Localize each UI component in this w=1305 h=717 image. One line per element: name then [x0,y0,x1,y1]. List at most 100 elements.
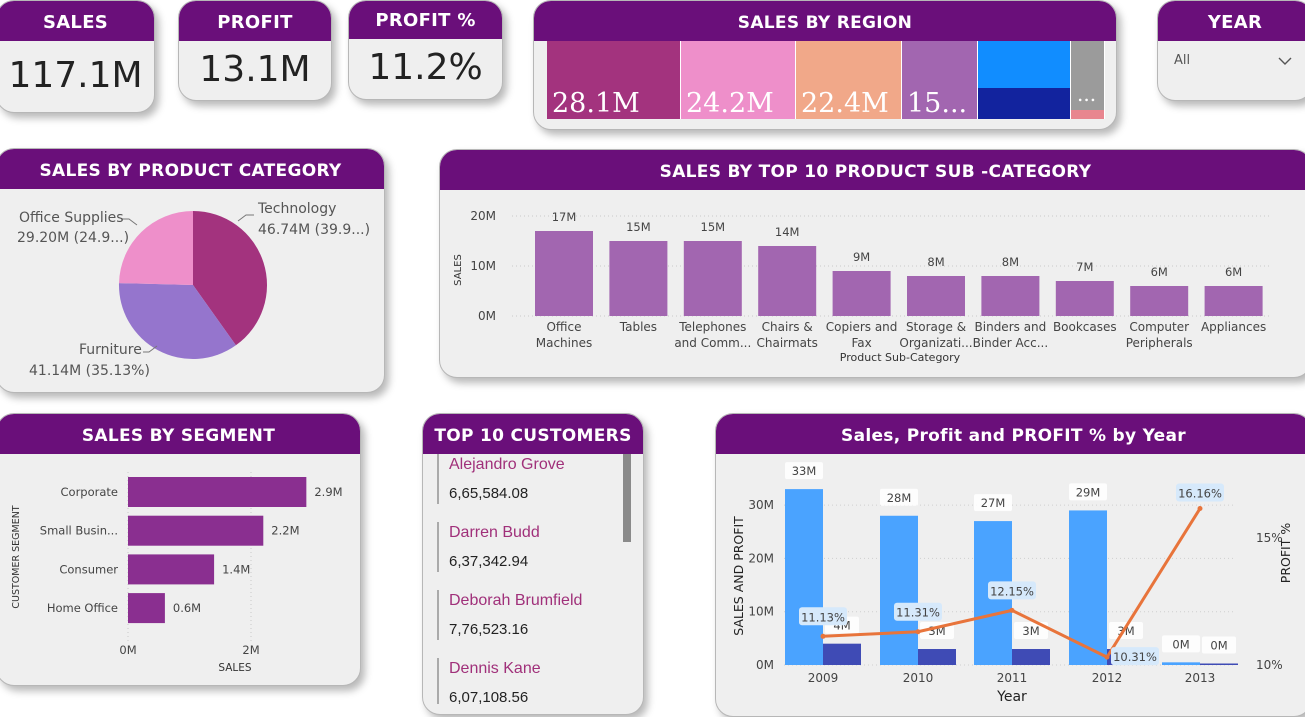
treemap-cell-5[interactable] [978,88,1071,119]
y-tick-label-right: 15% [1256,531,1283,545]
year-select-value: All [1174,53,1191,68]
y-tick-label-left: 30M [748,498,774,512]
x-tick-label: and Comm... [674,336,751,350]
bar-profit-data-label: 3M [1022,624,1039,638]
bar-sales[interactable] [785,489,823,665]
x-tick-label: 2011 [997,671,1028,685]
customer-item[interactable]: Alejandro Grove 6,65,584.08 [437,454,623,504]
customers-scrollbar[interactable] [623,454,631,542]
pie-label-office-supplies-name: Office Supplies [19,210,124,226]
pie-label-technology-name: Technology [257,201,336,217]
customer-name: Alejandro Grove [449,456,565,473]
pie-label-office-supplies-value: 29.20M (24.9...) [17,230,129,246]
x-tick-label: Binder Acc... [973,336,1049,350]
y-tick-label-right: 10% [1256,658,1283,672]
bar[interactable] [535,231,593,316]
treemap-cell-3[interactable]: 15... [902,41,978,119]
x-tick-label: Machines [536,336,592,350]
bar-profit[interactable] [823,643,861,665]
line-data-label: 11.31% [896,606,940,620]
bar[interactable] [683,241,742,316]
pie-label-technology-value: 46.74M (39.9...) [258,222,370,238]
bar-data-label: 7M [1076,260,1093,274]
line-data-label: 10.31% [1113,650,1157,664]
bar-profit[interactable] [1012,649,1050,665]
customer-sales: 6,65,584.08 [449,485,529,502]
bar-data-label: 6M [1225,265,1242,279]
bar-data-label: 0.6M [173,601,201,615]
y-tick-label: 10M [470,259,496,273]
line-data-label: 11.13% [801,610,845,624]
region-card: SALES BY REGION 28.1M 24.2M 22.4M 15... … [533,0,1117,130]
x-tick-label: Tables [619,320,657,334]
kpi-profit-value: 13.1M [199,49,311,90]
bar[interactable] [1204,286,1263,316]
treemap-label-3: 15... [907,88,968,119]
bar[interactable] [128,477,307,507]
x-tick-label: Organizati... [899,336,972,350]
subcategory-y-axis-title: SALES [453,254,464,286]
bar-sales[interactable] [1162,662,1200,665]
treemap-cell-1[interactable]: 24.2M [681,41,796,119]
line-point[interactable] [1197,506,1203,512]
bar-sales-data-label: 29M [1076,485,1101,499]
line-data-label: 12.15% [990,584,1034,598]
bar-sales-data-label: 27M [981,496,1006,510]
x-tick-label: 0M [119,643,136,657]
x-tick-label: Storage & [906,320,966,334]
customer-item[interactable]: Darren Budd 6,37,342.94 [437,522,623,572]
customer-item[interactable]: Deborah Brumfield 7,76,523.16 [437,590,623,640]
bar[interactable] [128,593,165,624]
segment-card: SALES BY SEGMENT CUSTOMER SEGMENT SALES … [0,413,361,686]
treemap-cell-2[interactable]: 22.4M [796,41,902,119]
year-filter-card: YEAR All [1157,0,1305,101]
subcategory-card: SALES BY TOP 10 PRODUCT SUB -CATEGORY SA… [439,149,1305,378]
customer-item[interactable]: Dennis Kane 6,07,108.56 [437,658,623,704]
treemap-cell-0[interactable]: 28.1M [547,41,681,119]
customers-list[interactable]: Alejandro Grove 6,65,584.08 Darren Budd … [423,454,643,704]
x-tick-label: 2010 [903,671,934,685]
bar-data-label: 6M [1151,265,1168,279]
line-point[interactable] [1104,654,1110,660]
kpi-profit-pct-value: 11.2% [368,47,483,88]
bar[interactable] [907,276,965,316]
x-tick-label: 2013 [1185,671,1216,685]
x-tick-label: Peripherals [1126,336,1193,350]
bar[interactable] [758,246,817,316]
bar[interactable] [609,241,668,316]
treemap-cell-4[interactable] [978,41,1071,88]
customer-name: Darren Budd [449,524,540,541]
bar[interactable] [128,554,215,585]
bar-sales-data-label: 33M [792,464,817,478]
bar[interactable] [1055,281,1114,316]
year-select[interactable]: All [1174,49,1292,73]
y-tick-label: Corporate [61,485,119,499]
subcategory-title: SALES BY TOP 10 PRODUCT SUB -CATEGORY [440,150,1305,190]
region-treemap: 28.1M 24.2M 22.4M 15... ... [547,41,1105,119]
x-tick-label: Office [546,320,581,334]
bar[interactable] [832,271,891,316]
pie-slice-office-supplies[interactable] [119,210,193,285]
x-tick-label: 2012 [1092,671,1123,685]
bar[interactable] [1130,286,1189,316]
subcategory-x-axis-title: Product Sub-Category [840,351,961,364]
treemap-cell-7[interactable] [1071,110,1105,119]
bar[interactable] [981,276,1040,316]
customer-sales: 7,76,523.16 [449,621,529,638]
bar-profit[interactable] [1200,663,1238,666]
bar[interactable] [128,515,264,546]
line-point[interactable] [1009,607,1015,613]
kpi-sales-value: 117.1M [8,55,143,96]
bar-sales[interactable] [880,515,918,665]
x-tick-label: Binders and [975,320,1047,334]
bar-data-label: 2.2M [271,524,299,538]
yearly-card: Sales, Profit and PROFIT % by Year SALES… [715,413,1305,717]
line-point[interactable] [820,633,826,639]
line-point[interactable] [915,629,921,635]
bar-data-label: 9M [853,250,870,264]
treemap-cell-6[interactable]: ... [1071,41,1105,110]
bar-data-label: 2.9M [314,485,342,499]
bar-data-label: 15M [701,220,726,234]
bar-profit[interactable] [918,649,956,665]
x-tick-label: Fax [851,336,871,350]
